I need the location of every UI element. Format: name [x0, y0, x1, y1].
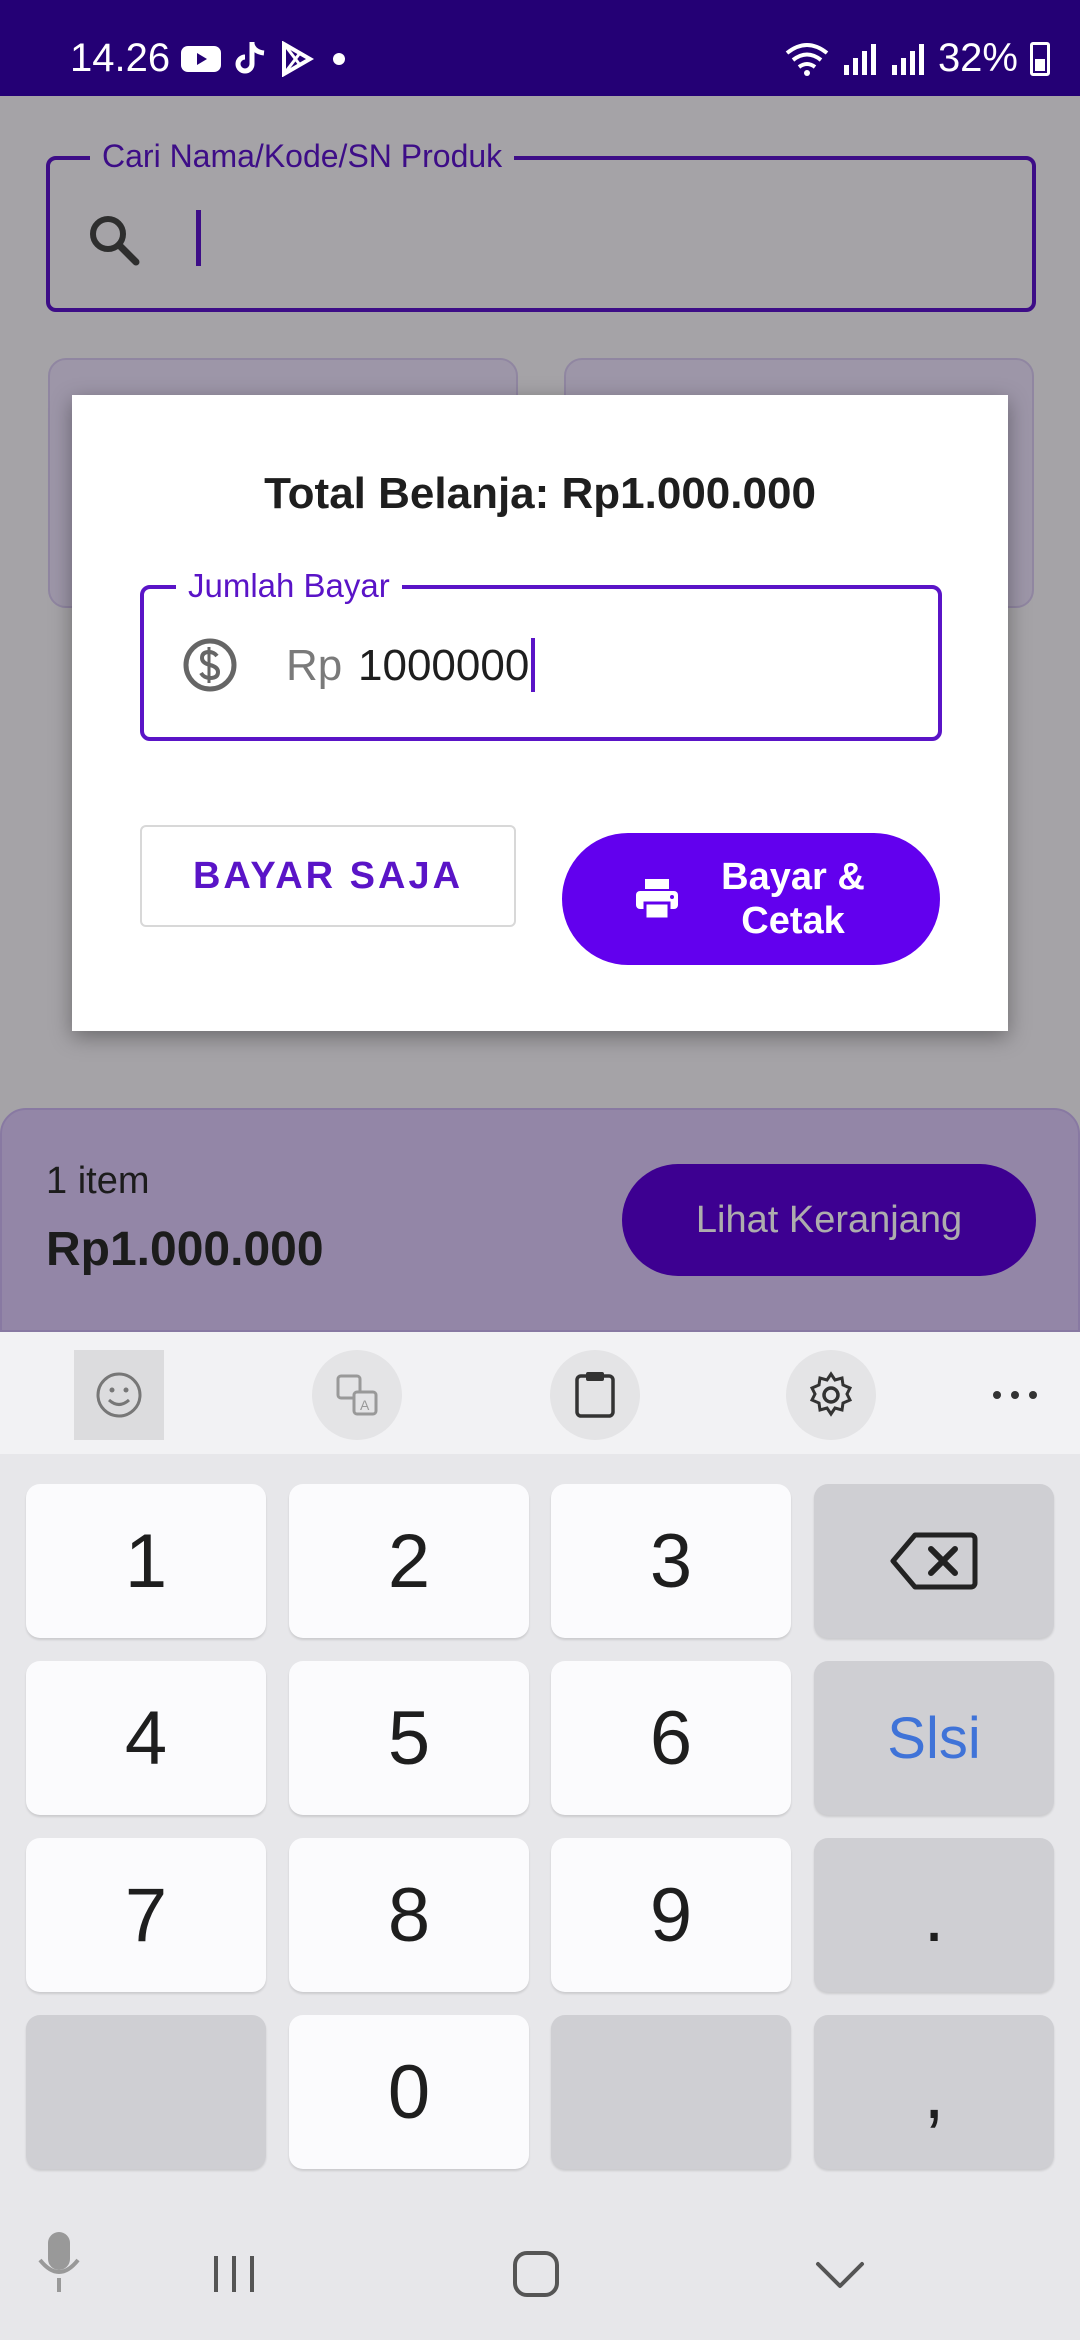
clock: 14.26	[70, 36, 171, 80]
dot-icon	[333, 53, 345, 65]
pay-and-print-button[interactable]: Bayar & Cetak	[562, 833, 940, 965]
key-5[interactable]: 5	[289, 1661, 529, 1815]
recents-icon[interactable]	[210, 2252, 258, 2296]
more-icon	[993, 1391, 1037, 1399]
payment-dialog: Total Belanja: Rp1.000.000 Jumlah Bayar …	[72, 395, 1008, 1031]
payment-amount-label: Jumlah Bayar	[176, 567, 402, 605]
translate-icon: A	[336, 1374, 378, 1416]
pay-only-button[interactable]: BAYAR SAJA	[140, 825, 516, 927]
status-bar: 14.26 32%	[0, 0, 1080, 96]
keyboard-settings-button[interactable]	[786, 1350, 876, 1440]
wifi-icon	[785, 42, 829, 76]
key-4[interactable]: 4	[26, 1661, 266, 1815]
signal-icon	[843, 43, 876, 75]
key-1[interactable]: 1	[26, 1484, 266, 1638]
key-3[interactable]: 3	[551, 1484, 791, 1638]
clipboard-icon	[575, 1372, 615, 1418]
key-6[interactable]: 6	[551, 1661, 791, 1815]
key-8[interactable]: 8	[289, 1838, 529, 1992]
key-blank-left	[26, 2015, 266, 2169]
emoji-button[interactable]	[74, 1350, 164, 1440]
emoji-icon	[96, 1372, 142, 1418]
enter-key[interactable]: Slsi	[814, 1661, 1054, 1815]
backspace-icon	[890, 1532, 978, 1590]
key-7[interactable]: 7	[26, 1838, 266, 1992]
settings-icon	[809, 1371, 853, 1417]
numeric-keypad: 1 2 3 4 5 6 Slsi 7 8 9 . 0 ,	[0, 1454, 1080, 2174]
tiktok-icon	[235, 42, 265, 74]
svg-text:A: A	[360, 1397, 370, 1413]
currency-prefix: Rp	[286, 641, 343, 690]
translate-button[interactable]: A	[312, 1350, 402, 1440]
microphone-icon[interactable]	[36, 2230, 82, 2294]
battery-icon	[1030, 41, 1050, 76]
key-0[interactable]: 0	[289, 2015, 529, 2169]
chevron-down-icon[interactable]	[814, 2260, 866, 2290]
payment-amount-value: 1000000	[358, 638, 536, 693]
key-dot[interactable]: .	[814, 1838, 1054, 1992]
key-9[interactable]: 9	[551, 1838, 791, 1992]
notification-icons	[180, 40, 352, 78]
signal-icon-2	[891, 43, 924, 75]
key-2[interactable]: 2	[289, 1484, 529, 1638]
navigation-bar	[0, 2174, 1080, 2340]
system-indicators: 32%	[784, 36, 1050, 81]
payment-amount-field[interactable]: Jumlah Bayar Rp 1000000	[140, 567, 942, 741]
dialog-title: Total Belanja: Rp1.000.000	[264, 469, 816, 518]
more-button[interactable]	[970, 1350, 1060, 1440]
backspace-key[interactable]	[814, 1484, 1054, 1638]
youtube-icon	[181, 46, 221, 72]
battery-percent: 32%	[937, 36, 1018, 80]
play-store-icon	[282, 41, 314, 77]
printer-icon	[636, 879, 678, 921]
key-blank-right	[551, 2015, 791, 2169]
money-icon	[183, 638, 237, 692]
key-comma[interactable]: ,	[814, 2015, 1054, 2169]
pay-and-print-label: Bayar & Cetak	[721, 856, 865, 942]
keyboard-toolbar: A	[0, 1332, 1080, 1454]
clipboard-button[interactable]	[550, 1350, 640, 1440]
home-icon[interactable]	[512, 2250, 560, 2298]
